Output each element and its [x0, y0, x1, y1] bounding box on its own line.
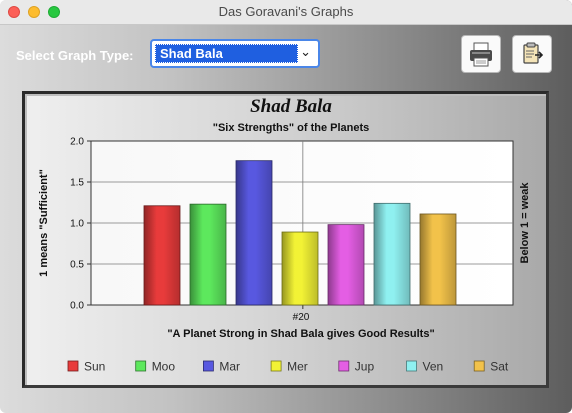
graph-type-value: Shad Bala — [160, 46, 223, 61]
chevron-down-icon: ⌄ — [300, 44, 311, 59]
y-tick-label: 1.0 — [70, 219, 84, 230]
y-tick-label: 2.0 — [70, 137, 84, 148]
y-tick-label: 1.5 — [70, 178, 84, 189]
legend-label-moo: Moo — [152, 360, 176, 374]
copy-to-clipboard-button[interactable] — [512, 35, 552, 73]
bar-sat — [419, 213, 457, 306]
legend-swatch-mer — [270, 360, 282, 372]
window-title: Das Goravani's Graphs — [218, 4, 354, 19]
bar-sun — [143, 205, 181, 306]
graph-type-label: Select Graph Type: — [16, 48, 134, 63]
legend-swatch-jup — [338, 360, 350, 372]
bar-ven — [373, 202, 411, 306]
legend-label-mar: Mar — [219, 360, 240, 374]
chart-panel: Shad Bala "Six Strengths" of the Planets… — [22, 91, 549, 388]
legend-label-jup: Jup — [355, 360, 375, 374]
legend-label-ven: Ven — [423, 360, 444, 374]
bar-jup — [327, 224, 365, 306]
x-tick-label: #20 — [293, 312, 310, 323]
legend-swatch-sun — [67, 360, 79, 372]
graph-type-selected-highlight: Shad Bala — [155, 44, 298, 63]
legend-label-sat: Sat — [490, 360, 509, 374]
y-tick-label: 0.5 — [70, 260, 84, 271]
y-tick-label: 0.0 — [70, 301, 84, 312]
shad-bala-bar-chart: Shad Bala "Six Strengths" of the Planets… — [38, 96, 531, 374]
graph-type-select[interactable]: Shad Bala ⌄ — [150, 39, 320, 68]
legend-swatch-moo — [135, 360, 147, 372]
chart-subtitle: "Six Strengths" of the Planets — [213, 122, 370, 134]
app-window: Das Goravani's Graphs Select Graph Type:… — [0, 0, 572, 413]
chart-title: Shad Bala — [250, 96, 332, 117]
legend-swatch-mar — [202, 360, 214, 372]
legend-swatch-ven — [406, 360, 417, 372]
bar-moo — [189, 203, 227, 306]
printer-icon — [470, 42, 492, 67]
y-axis-right-label: Below 1 = weak — [519, 182, 531, 264]
y-axis-label: 1 means "Sufficient" — [38, 169, 50, 277]
legend-swatch-sat — [473, 360, 485, 372]
x-axis-label: "A Planet Strong in Shad Bala gives Good… — [167, 328, 434, 340]
title-bar[interactable]: Das Goravani's Graphs — [0, 0, 572, 25]
clipboard-export-icon — [523, 42, 544, 64]
legend-label-mer: Mer — [287, 360, 308, 374]
bar-mar — [235, 160, 273, 306]
print-button[interactable] — [461, 35, 501, 73]
legend-label-sun: Sun — [84, 360, 105, 374]
bar-mer — [281, 231, 319, 306]
